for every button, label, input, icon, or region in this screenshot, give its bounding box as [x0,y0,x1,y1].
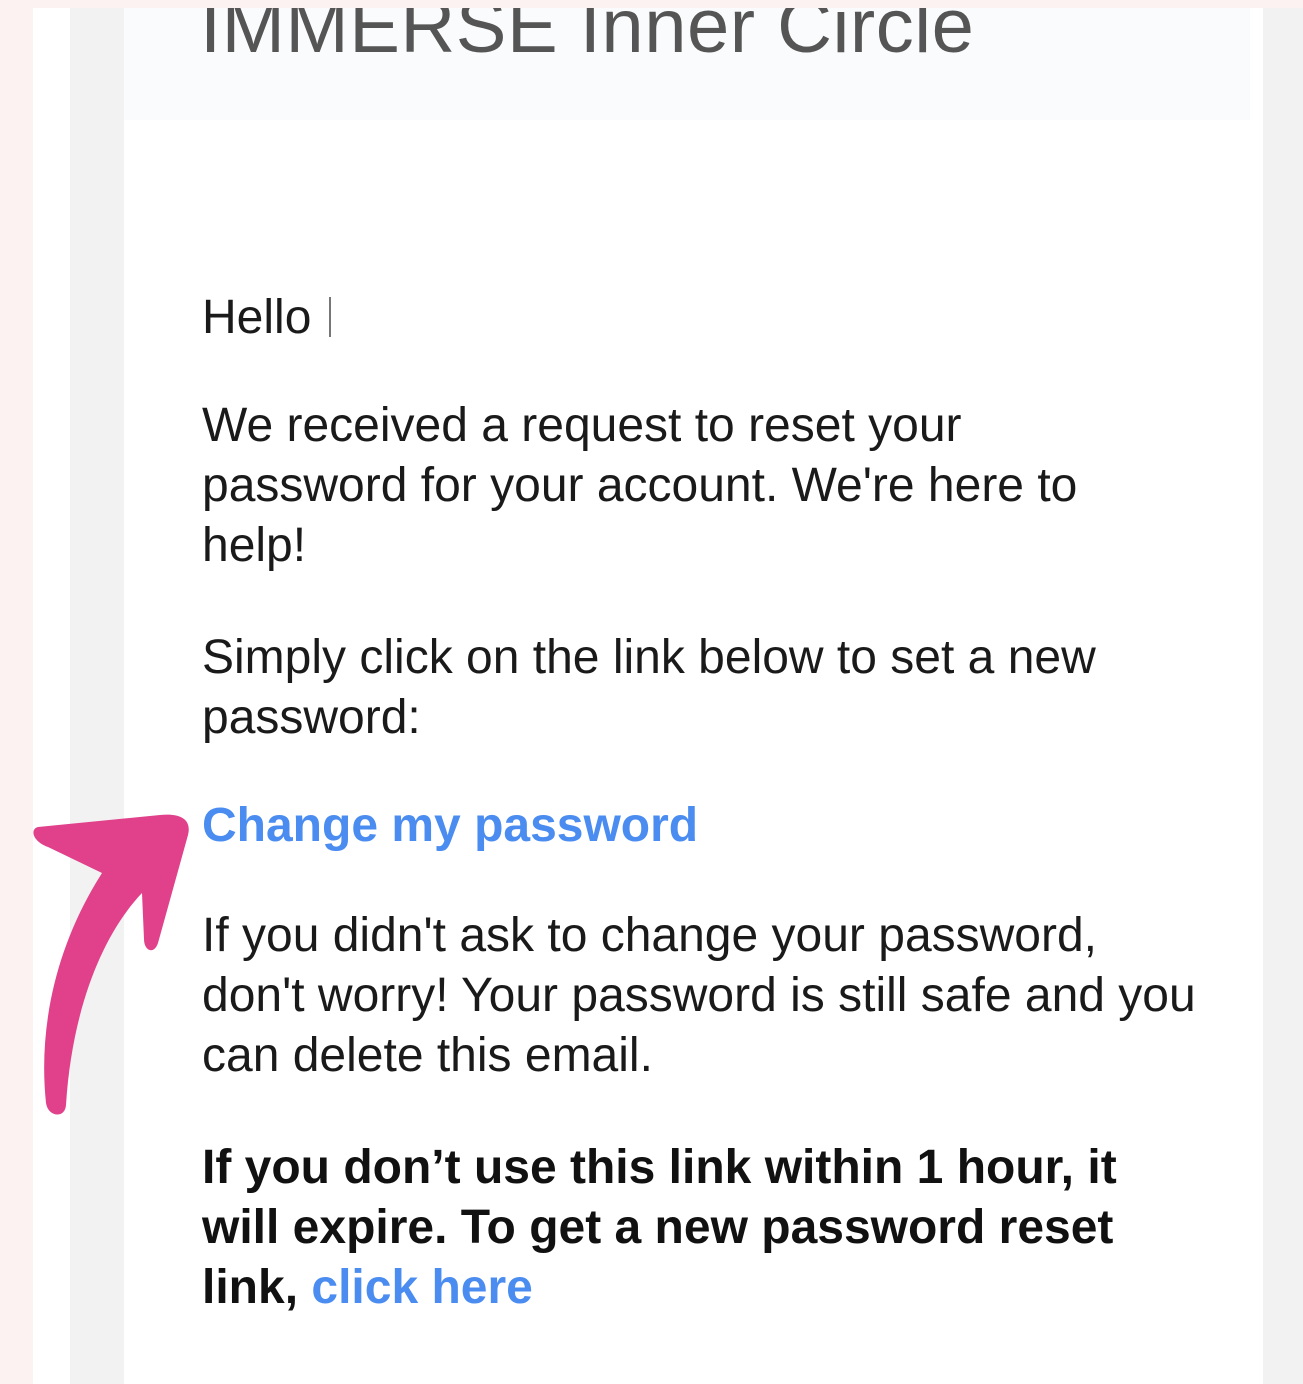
email-card: IMMERSE Inner Circle Hello We received a… [124,8,1263,1384]
greeting-text: Hello [202,291,312,344]
greeting-line: Hello [202,288,332,348]
instruction-paragraph: Simply click on the link below to set a … [202,631,1096,744]
expiry-notice: If you don’t use this link within 1 hour… [202,1138,1162,1318]
reset-request-paragraph: We received a request to reset your pass… [202,399,1078,572]
email-header: IMMERSE Inner Circle [124,8,1250,120]
text-cursor [329,297,332,337]
click-here-link[interactable]: click here [311,1261,532,1314]
reassurance-paragraph: If you didn't ask to change your passwor… [202,909,1196,1082]
change-password-link[interactable]: Change my password [202,796,698,856]
email-header-title: IMMERSE Inner Circle [200,8,975,69]
curved-arrow-icon [33,814,189,1115]
